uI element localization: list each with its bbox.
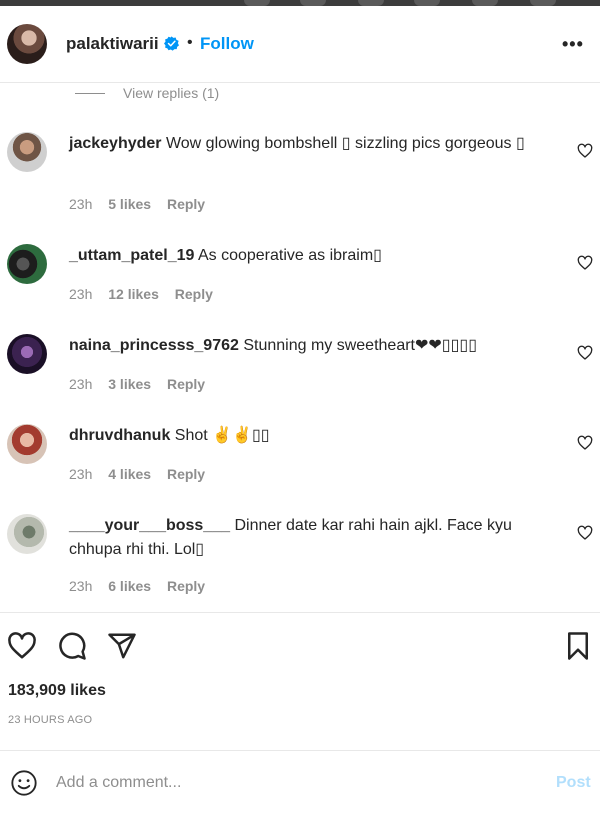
- commenter-avatar[interactable]: [7, 132, 47, 172]
- add-comment-bar: Post: [0, 750, 600, 815]
- like-comment-heart-icon[interactable]: [577, 255, 593, 271]
- separator-dot: •: [187, 34, 193, 51]
- comment-body: naina_princesss_9762 Stunning my sweethe…: [69, 334, 555, 358]
- like-comment-heart-icon[interactable]: [577, 435, 593, 451]
- comment-time: 23h: [69, 196, 93, 212]
- commenter-avatar[interactable]: [7, 514, 47, 554]
- comment-likes[interactable]: 5 likes: [108, 196, 151, 212]
- comment-text: Shot ✌✌▯▯: [174, 427, 270, 444]
- comment-time: 23h: [69, 376, 93, 392]
- comment-bubble-icon[interactable]: [57, 631, 87, 661]
- emoji-smile-icon[interactable]: [10, 769, 38, 797]
- commenter-username[interactable]: jackeyhyder: [69, 135, 162, 152]
- comment-likes[interactable]: 3 likes: [108, 376, 151, 392]
- post-action-bar: [0, 612, 600, 677]
- like-heart-icon[interactable]: [7, 631, 37, 661]
- comment-body: _uttam_patel_19 As cooperative as ibraim…: [69, 244, 555, 268]
- reply-button[interactable]: Reply: [167, 376, 205, 392]
- view-replies-link[interactable]: View replies (1): [123, 85, 219, 101]
- reply-button[interactable]: Reply: [175, 286, 213, 302]
- comment-meta: 23h 6 likes Reply: [69, 578, 217, 594]
- like-comment-heart-icon[interactable]: [577, 345, 593, 361]
- likes-count[interactable]: 183,909 likes: [8, 682, 106, 700]
- comment-meta: 23h 4 likes Reply: [69, 466, 217, 482]
- commenter-username[interactable]: _uttam_patel_19: [69, 247, 194, 264]
- follow-button[interactable]: Follow: [200, 34, 254, 54]
- comment-body: dhruvdhanuk Shot ✌✌▯▯: [69, 424, 555, 448]
- comment-time: 23h: [69, 286, 93, 302]
- like-comment-heart-icon[interactable]: [577, 143, 593, 159]
- comment-meta: 23h 3 likes Reply: [69, 376, 217, 392]
- reply-button[interactable]: Reply: [167, 466, 205, 482]
- reply-button[interactable]: Reply: [167, 578, 205, 594]
- comment-body: jackeyhyder Wow glowing bombshell ▯ sizz…: [69, 132, 555, 156]
- post-header: palaktiwarii • Follow •••: [0, 6, 600, 83]
- comment-likes[interactable]: 6 likes: [108, 578, 151, 594]
- comment-time: 23h: [69, 578, 93, 594]
- verified-badge-icon: [164, 36, 179, 51]
- post-comment-button[interactable]: Post: [556, 774, 591, 792]
- comment-meta: 23h 12 likes Reply: [69, 286, 225, 302]
- commenter-username[interactable]: dhruvdhanuk: [69, 427, 170, 444]
- comment-time: 23h: [69, 466, 93, 482]
- commenter-avatar[interactable]: [7, 424, 47, 464]
- commenter-avatar[interactable]: [7, 244, 47, 284]
- save-bookmark-icon[interactable]: [563, 631, 593, 661]
- share-send-icon[interactable]: [107, 631, 137, 661]
- comment-input[interactable]: [56, 769, 536, 797]
- author-username[interactable]: palaktiwarii: [66, 34, 159, 54]
- author-avatar[interactable]: [7, 24, 47, 64]
- comment-likes[interactable]: 4 likes: [108, 466, 151, 482]
- comment-body: ____your___boss___ Dinner date kar rahi …: [69, 514, 555, 562]
- replies-divider-line: [75, 93, 105, 94]
- comment-meta: 23h 5 likes Reply: [69, 196, 217, 212]
- commenter-username[interactable]: ____your___boss___: [69, 517, 230, 534]
- comment-text: As cooperative as ibraim▯: [197, 247, 382, 264]
- comment-text: Stunning my sweetheart❤❤▯▯▯▯: [243, 337, 478, 354]
- reply-button[interactable]: Reply: [167, 196, 205, 212]
- comment-likes[interactable]: 12 likes: [108, 286, 159, 302]
- like-comment-heart-icon[interactable]: [577, 525, 593, 541]
- more-options-icon[interactable]: •••: [562, 34, 584, 55]
- commenter-avatar[interactable]: [7, 334, 47, 374]
- commenter-username[interactable]: naina_princesss_9762: [69, 337, 239, 354]
- comment-text: Wow glowing bombshell ▯ sizzling pics go…: [165, 135, 525, 152]
- post-timestamp[interactable]: 23 HOURS AGO: [8, 714, 92, 726]
